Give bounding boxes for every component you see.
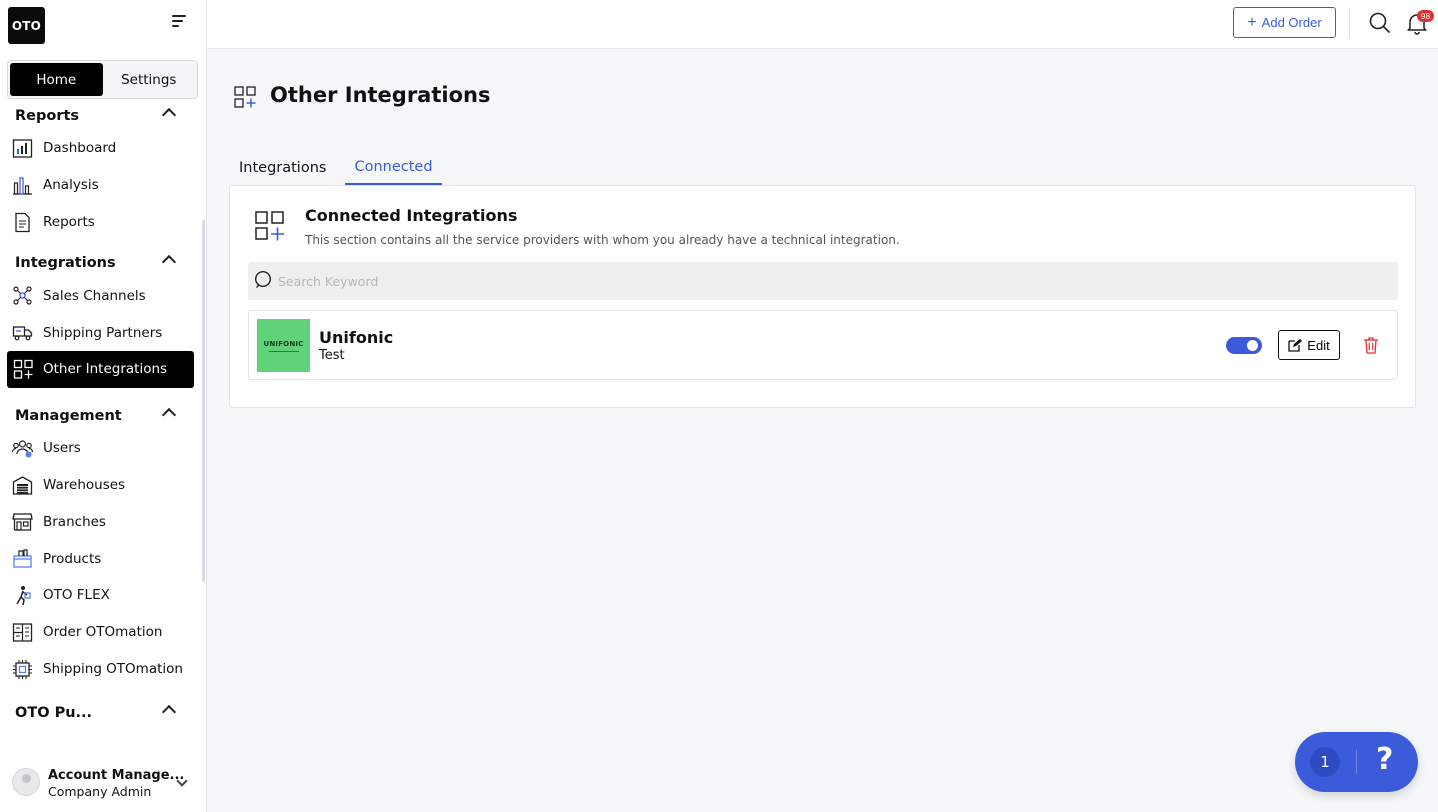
tab-integrations[interactable]: Integrations xyxy=(230,150,335,185)
sidebar-item-shipping-partners[interactable]: Shipping Partners xyxy=(0,314,200,351)
chevron-up-icon xyxy=(161,107,177,123)
collapse-menu-icon[interactable] xyxy=(172,15,188,29)
sidebar: OTO Home Settings Reports Dashboard Anal… xyxy=(0,0,207,812)
chevron-up-icon xyxy=(161,705,177,720)
help-count-badge: 1 xyxy=(1310,747,1340,777)
integration-row: UNIFONIC Unifonic Test Edit xyxy=(248,310,1398,380)
enable-toggle[interactable] xyxy=(1226,337,1262,354)
sidebar-item-products[interactable]: Products xyxy=(0,540,200,577)
user-role: Company Admin xyxy=(48,784,152,799)
sidebar-item-sales-channels[interactable]: Sales Channels xyxy=(0,277,200,314)
section-oto-pu[interactable]: OTO Pu... xyxy=(0,699,200,727)
document-icon xyxy=(15,212,30,232)
users-icon xyxy=(12,440,33,458)
add-order-button[interactable]: + Add Order xyxy=(1233,7,1336,38)
integration-subtitle: Test xyxy=(319,348,345,363)
edit-button[interactable]: Edit xyxy=(1278,330,1340,360)
tab-connected[interactable]: Connected xyxy=(345,150,442,185)
courier-icon xyxy=(16,585,31,606)
chip-automation-icon xyxy=(13,659,32,679)
network-nodes-icon xyxy=(13,286,32,305)
user-menu[interactable]: Account Manage... Company Admin xyxy=(0,758,207,806)
chevron-up-icon xyxy=(161,255,177,270)
apps-add-icon xyxy=(13,359,33,379)
page-title: Other Integrations xyxy=(270,83,491,107)
bar-chart-icon xyxy=(13,177,32,195)
sidebar-item-users[interactable]: Users xyxy=(0,430,200,467)
storefront-icon xyxy=(12,513,33,532)
unifonic-logo: UNIFONIC xyxy=(257,319,310,372)
truck-icon xyxy=(12,326,33,341)
chevron-up-icon xyxy=(161,407,177,422)
search-field xyxy=(248,262,1398,300)
oto-logo[interactable]: OTO xyxy=(8,7,45,44)
product-box-icon xyxy=(13,549,32,568)
settings-tab[interactable]: Settings xyxy=(103,63,196,96)
sidebar-item-order-otomation[interactable]: Order OTOmation xyxy=(0,614,200,651)
avatar xyxy=(12,768,40,796)
search-icon xyxy=(254,270,272,288)
integration-name: Unifonic xyxy=(319,328,394,347)
trash-icon[interactable] xyxy=(1363,336,1379,354)
help-widget[interactable]: 1 ? xyxy=(1295,732,1418,792)
connected-integrations-card: Connected Integrations This section cont… xyxy=(229,185,1416,408)
sidebar-scrollbar[interactable] xyxy=(202,220,205,582)
top-bar: + Add Order 98 xyxy=(207,0,1438,49)
order-automation-icon xyxy=(12,623,33,642)
home-tab[interactable]: Home xyxy=(10,63,103,96)
user-name: Account Manage... xyxy=(48,768,185,783)
card-title: Connected Integrations xyxy=(305,206,518,225)
section-integrations[interactable]: Integrations xyxy=(0,249,200,277)
sidebar-item-oto-flex[interactable]: OTO FLEX xyxy=(0,577,200,614)
sidebar-nav: Reports Dashboard Analysis Reports Integ… xyxy=(0,102,200,730)
home-settings-switch: Home Settings xyxy=(7,60,198,99)
sidebar-item-shipping-otomation[interactable]: Shipping OTOmation xyxy=(0,651,200,688)
plus-icon: + xyxy=(1247,13,1257,31)
section-management[interactable]: Management xyxy=(0,402,200,430)
warehouse-icon xyxy=(12,475,33,495)
tab-bar: Integrations Connected xyxy=(230,150,452,186)
sidebar-item-analysis[interactable]: Analysis xyxy=(0,167,200,204)
question-icon: ? xyxy=(1376,742,1394,777)
sidebar-item-branches[interactable]: Branches xyxy=(0,503,200,540)
sidebar-item-reports[interactable]: Reports xyxy=(0,204,200,241)
divider xyxy=(1349,8,1350,38)
notification-badge: 98 xyxy=(1417,10,1434,22)
edit-icon xyxy=(1288,339,1303,352)
sidebar-item-warehouses[interactable]: Warehouses xyxy=(0,467,200,504)
apps-add-icon xyxy=(255,211,284,241)
search-input[interactable] xyxy=(278,262,1378,300)
search-icon[interactable] xyxy=(1369,12,1391,34)
section-reports[interactable]: Reports xyxy=(0,102,200,130)
sidebar-item-dashboard[interactable]: Dashboard xyxy=(0,130,200,167)
apps-add-icon xyxy=(234,86,256,108)
dashboard-icon xyxy=(12,139,33,158)
card-description: This section contains all the service pr… xyxy=(305,233,900,247)
sidebar-item-other-integrations[interactable]: Other Integrations xyxy=(7,350,194,388)
